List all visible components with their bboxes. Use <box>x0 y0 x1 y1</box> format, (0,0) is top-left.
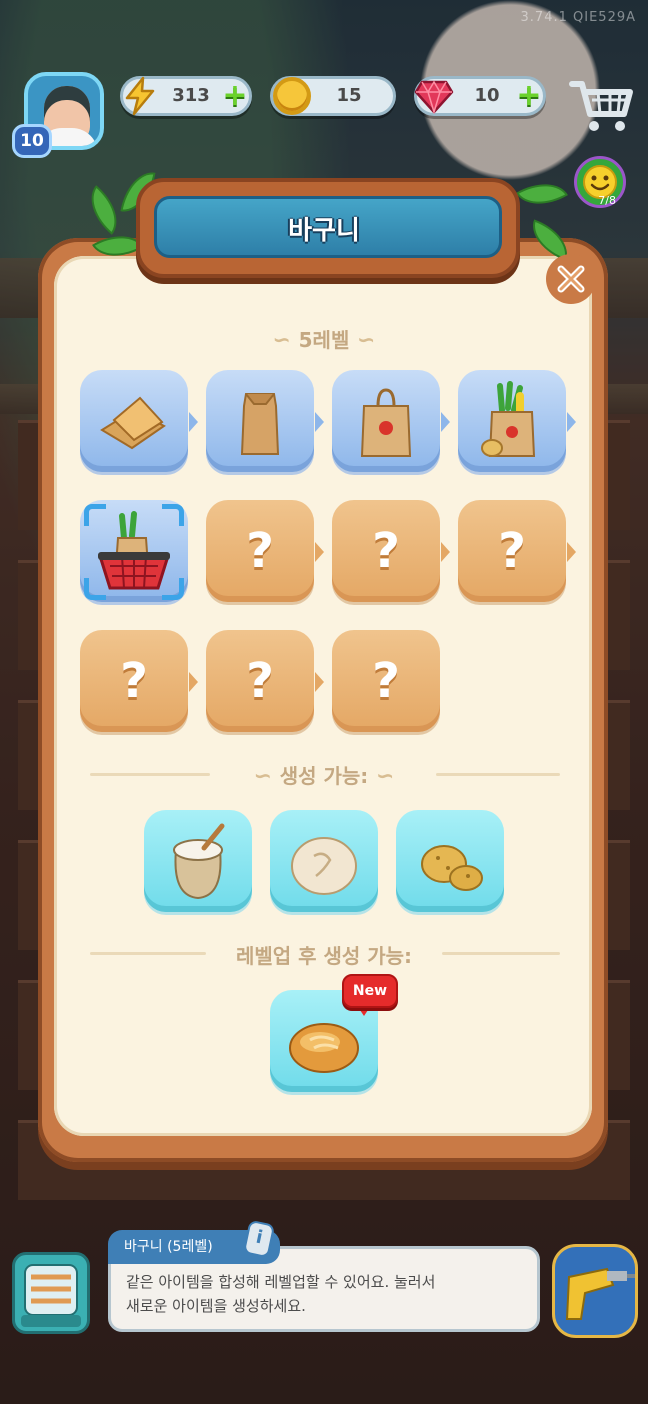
selection-corner <box>162 578 184 600</box>
gem-counter[interactable]: 10 + <box>414 76 546 116</box>
close-button[interactable] <box>546 254 596 304</box>
chain-item-locked[interactable]: ? <box>458 500 566 602</box>
description-line: 같은 아이템을 합성해 레벨업할 수 있어요. 눌러서 <box>126 1273 436 1291</box>
swirl-ornament: ∽ <box>272 328 299 353</box>
new-badge: New <box>342 974 398 1008</box>
gem-value: 10 <box>474 85 500 106</box>
chain-arrow <box>567 412 576 432</box>
item-info-description: 같은 아이템을 합성해 레벨업할 수 있어요. 눌러서 새로운 아이템을 생성하… <box>126 1270 526 1318</box>
player-level-badge: 10 <box>12 124 52 158</box>
question-mark-icon: ? <box>498 523 526 579</box>
chain-item-locked[interactable]: ? <box>80 630 188 732</box>
produce-item-dough[interactable] <box>270 810 378 912</box>
cart-icon[interactable] <box>568 76 634 134</box>
modal-title: 바구니 <box>288 216 360 246</box>
description-line: 새로운 아이템을 생성하세요. <box>126 1297 306 1315</box>
question-mark-icon: ? <box>372 653 400 709</box>
chain-arrow <box>441 542 450 562</box>
chain-item-grocery-bag[interactable] <box>458 370 566 472</box>
plus-icon[interactable]: + <box>219 80 251 112</box>
chain-item-paper-bag[interactable] <box>206 370 314 472</box>
question-mark-icon: ? <box>246 653 274 709</box>
produce-item-flour[interactable] <box>144 810 252 912</box>
chain-item-shopping-bag[interactable] <box>332 370 440 472</box>
lightning-icon <box>117 73 163 119</box>
question-mark-icon: ? <box>372 523 400 579</box>
chain-arrow <box>441 412 450 432</box>
chain-arrow <box>567 542 576 562</box>
event-progress: 7/8 <box>598 194 616 207</box>
gem-icon <box>411 73 457 119</box>
generator-machine-icon[interactable] <box>12 1252 90 1334</box>
selection-corner <box>84 578 106 600</box>
swirl-ornament: ∽ <box>368 764 395 789</box>
energy-value: 313 <box>172 85 210 106</box>
drill-tool-icon[interactable] <box>552 1244 638 1338</box>
chain-item-locked[interactable]: ? <box>206 500 314 602</box>
energy-counter[interactable]: 313 + <box>120 76 252 116</box>
chain-item-locked[interactable]: ? <box>206 630 314 732</box>
version-label: 3.74.1 QIE529A <box>520 10 636 25</box>
current-level-heading: ∽ 5레벨 ∽ <box>0 324 648 353</box>
chain-item-cardboard[interactable] <box>80 370 188 472</box>
chain-arrow <box>315 412 324 432</box>
close-icon <box>557 265 585 293</box>
coin-value: 15 <box>336 85 362 106</box>
swirl-ornament: ∽ <box>349 328 376 353</box>
selection-corner <box>84 504 106 526</box>
chain-arrow <box>189 672 198 692</box>
question-mark-icon: ? <box>120 653 148 709</box>
current-level-label: 5레벨 <box>298 328 350 352</box>
coin-counter[interactable]: 15 <box>270 76 396 116</box>
chain-arrow <box>315 542 324 562</box>
coin-icon <box>269 73 315 119</box>
chain-item-locked[interactable]: ? <box>332 630 440 732</box>
question-mark-icon: ? <box>246 523 274 579</box>
chain-arrow <box>315 672 324 692</box>
chain-item-locked[interactable]: ? <box>332 500 440 602</box>
plus-icon[interactable]: + <box>513 80 545 112</box>
chain-arrow <box>189 412 198 432</box>
produce-item-potato[interactable] <box>396 810 504 912</box>
swirl-ornament: ∽ <box>253 764 280 789</box>
can-produce-label: 생성 가능: <box>279 764 369 788</box>
after-levelup-label: 레벨업 후 생성 가능: <box>235 944 413 968</box>
selection-corner <box>162 504 184 526</box>
can-produce-heading: ∽ 생성 가능: ∽ <box>0 760 648 789</box>
